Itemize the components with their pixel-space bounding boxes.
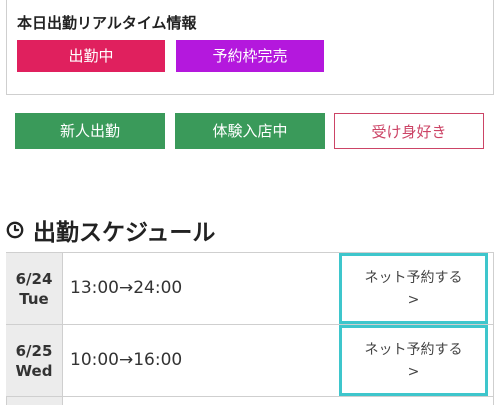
schedule-heading: 出勤スケジュール	[6, 215, 216, 246]
realtime-title: 本日出勤リアルタイム情報	[17, 14, 197, 32]
row-border	[493, 325, 494, 397]
working-status-badge: 出勤中	[17, 40, 165, 72]
schedule-date-cell: 6/24 Tue	[6, 253, 63, 324]
schedule-row	[6, 396, 494, 405]
schedule-date: 6/24	[15, 269, 53, 288]
clock-icon	[6, 221, 24, 239]
schedule-date-cell: 6/25 Wed	[6, 325, 63, 396]
net-reserve-label: ネット予約する	[364, 269, 463, 286]
schedule-time: 13:00→24:00	[70, 278, 183, 298]
net-reserve-button[interactable]: ネット予約する >	[339, 325, 488, 396]
schedule-heading-text: 出勤スケジュール	[33, 220, 216, 246]
schedule-date: 6/25	[15, 341, 53, 360]
tag-new-staff[interactable]: 新人出勤	[15, 113, 165, 149]
schedule-row: 6/24 Tue 13:00→24:00 ネット予約する >	[6, 252, 494, 325]
net-reserve-button[interactable]: ネット予約する >	[339, 253, 488, 324]
net-reserve-label: ネット予約する	[364, 341, 463, 358]
realtime-info-box: 本日出勤リアルタイム情報 出勤中 予約枠完売	[6, 0, 494, 95]
tag-trial-shift[interactable]: 体験入店中	[175, 113, 325, 149]
chevron-right-icon: >	[407, 363, 420, 380]
row-border	[493, 253, 494, 325]
schedule-weekday: Tue	[19, 289, 49, 308]
schedule-weekday: Wed	[15, 361, 53, 380]
booking-full-badge: 予約枠完売	[176, 40, 324, 72]
tag-ukemi[interactable]: 受け身好き	[334, 113, 484, 149]
schedule-time: 10:00→16:00	[70, 350, 183, 370]
chevron-right-icon: >	[407, 291, 420, 308]
schedule-row: 6/25 Wed 10:00→16:00 ネット予約する >	[6, 324, 494, 397]
